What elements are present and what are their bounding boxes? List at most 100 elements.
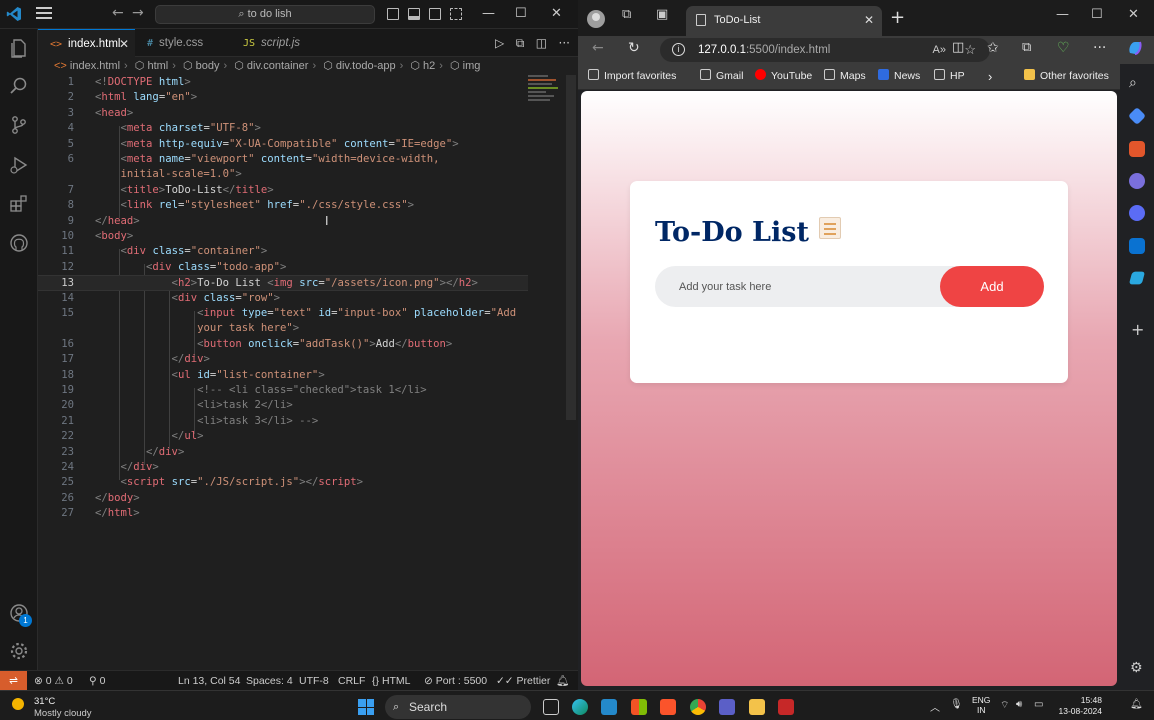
fav-youtube[interactable]: YouTube — [755, 64, 812, 89]
brave-app-icon[interactable] — [660, 699, 676, 715]
manage-gear-icon[interactable] — [9, 641, 29, 661]
problems-indicator[interactable]: ⊗ 0 ⚠ 0 — [34, 671, 73, 691]
customize-layout-icon[interactable] — [450, 8, 462, 20]
forward-arrow-icon[interactable]: → — [132, 5, 144, 21]
browser-tab[interactable]: ToDo-List ✕ — [686, 6, 882, 36]
microphone-icon[interactable]: 🎙︎ — [950, 699, 963, 710]
search-icon[interactable]: ⌕ — [1129, 75, 1137, 91]
add-sidebar-app-icon[interactable]: + — [1131, 320, 1144, 339]
tab-close-icon[interactable]: ✕ — [119, 30, 129, 58]
sidebar-settings-gear-icon[interactable]: ⚙ — [1130, 660, 1143, 676]
refresh-icon[interactable]: ↻ — [628, 40, 640, 56]
notifications-bell-icon[interactable]: 🔔︎ — [556, 671, 569, 691]
tab-index-html[interactable]: <> index.html ✕ — [38, 29, 135, 57]
start-button[interactable] — [358, 699, 374, 715]
editor-scrollbar[interactable] — [566, 75, 576, 420]
favorite-star-icon[interactable]: ☆ — [964, 38, 976, 62]
games-icon[interactable] — [1129, 173, 1145, 189]
back-icon[interactable]: ← — [592, 40, 604, 56]
workspaces-icon[interactable]: ⧉ — [622, 7, 631, 22]
fav-news[interactable]: News — [878, 64, 920, 89]
github-icon[interactable] — [9, 233, 29, 253]
copilot-icon[interactable] — [1126, 39, 1144, 61]
minimap[interactable] — [528, 75, 564, 105]
run-icon[interactable]: ▷ — [495, 36, 504, 50]
encoding[interactable]: UTF-8 — [299, 671, 329, 691]
chrome-app-icon[interactable] — [690, 699, 706, 715]
command-center-search[interactable]: ⌕ to do lish — [155, 5, 375, 24]
source-control-icon[interactable] — [9, 115, 29, 135]
line-ending[interactable]: CRLF — [338, 671, 365, 691]
new-tab-icon[interactable]: + — [890, 7, 905, 28]
teams-app-icon[interactable] — [719, 699, 735, 715]
tab-style-css[interactable]: # style.css — [135, 29, 231, 57]
edge-app-icon[interactable] — [572, 699, 588, 715]
outlook-icon[interactable] — [1129, 238, 1145, 254]
split-editor-icon[interactable]: ◫ — [536, 36, 547, 50]
toggle-secondary-sidebar-icon[interactable] — [429, 8, 441, 20]
split-screen-icon[interactable]: ◫ — [952, 40, 964, 55]
settings-more-icon[interactable]: ··· — [1093, 40, 1106, 56]
battery-icon[interactable]: ▭ — [1034, 699, 1043, 710]
collections-icon[interactable]: ⧉ — [1022, 40, 1031, 55]
show-hidden-icons-chevron-icon[interactable]: ︿ — [930, 699, 940, 714]
tab-script-js[interactable]: JS script.js — [231, 29, 327, 57]
minimize-icon[interactable]: — — [1056, 7, 1069, 22]
toggle-panel-icon[interactable] — [408, 8, 420, 20]
add-task-button[interactable]: Add — [940, 266, 1044, 307]
microsoft-365-icon[interactable] — [1129, 205, 1145, 221]
extensions-icon[interactable] — [9, 193, 29, 213]
live-server-port[interactable]: ⊘ Port : 5500 — [424, 671, 487, 691]
browser-essentials-icon[interactable]: ♡ — [1057, 40, 1070, 56]
explorer-icon[interactable] — [9, 38, 29, 58]
read-aloud-icon[interactable]: A» — [933, 38, 946, 62]
microsoft-store-icon[interactable] — [631, 699, 647, 715]
toggle-sidebar-icon[interactable] — [387, 8, 399, 20]
fav-import-favorites[interactable]: Import favorites — [588, 64, 676, 89]
remote-icon[interactable]: ⇌ — [0, 671, 27, 691]
send-icon[interactable] — [1128, 271, 1146, 285]
back-arrow-icon[interactable]: ← — [112, 5, 124, 21]
ports-indicator[interactable]: ⚲ 0 — [89, 671, 105, 691]
maximize-icon[interactable]: ☐ — [1091, 7, 1103, 22]
more-favorites-chevron-icon[interactable]: › — [988, 64, 992, 89]
profile-avatar[interactable] — [587, 10, 605, 28]
fav-other-favorites[interactable]: Other favorites — [1024, 64, 1109, 89]
indentation[interactable]: Spaces: 4 — [246, 671, 293, 691]
prettier-status[interactable]: ✓✓ Prettier — [496, 671, 550, 691]
wifi-icon[interactable]: ⌔ — [1000, 699, 1009, 712]
task-input[interactable] — [655, 266, 940, 307]
run-debug-icon[interactable] — [9, 155, 29, 175]
maximize-icon[interactable]: ☐ — [515, 6, 527, 21]
favorites-icon[interactable]: ✩ — [987, 40, 999, 56]
site-info-icon[interactable]: i — [672, 43, 685, 56]
search-icon[interactable] — [9, 76, 29, 96]
snipping-tool-icon[interactable] — [778, 699, 794, 715]
shopping-tag-icon[interactable] — [1127, 106, 1147, 126]
address-bar[interactable]: i 127.0.0.1:5500/index.html A» ☆ — [660, 38, 990, 62]
taskbar-search[interactable]: ⌕ Search — [385, 695, 531, 719]
task-view-icon[interactable] — [543, 699, 559, 715]
fav-hp[interactable]: HP — [934, 64, 965, 89]
fav-maps[interactable]: Maps — [824, 64, 866, 89]
notifications-icon[interactable]: 🔔︎ — [1130, 699, 1143, 710]
fav-gmail[interactable]: Gmail — [700, 64, 743, 89]
language-indicator[interactable]: ENG IN — [972, 695, 990, 715]
menu-icon[interactable] — [36, 7, 52, 21]
weather-widget[interactable]: 31°C Mostly cloudy — [8, 694, 108, 719]
tab-actions-icon[interactable]: ▣ — [656, 7, 668, 22]
code-editor[interactable]: 1 <!DOCTYPE html> 2 <html lang="en"> 3 <hea… — [38, 75, 578, 670]
close-tab-icon[interactable]: ✕ — [864, 6, 874, 34]
open-preview-icon[interactable]: ⧉ — [516, 36, 525, 50]
volume-icon[interactable]: 🔊︎ — [1016, 699, 1022, 710]
close-window-icon[interactable]: ✕ — [1128, 7, 1139, 22]
clock[interactable]: 15:48 13-08-2024 — [1056, 695, 1102, 717]
tools-icon[interactable] — [1129, 141, 1145, 157]
file-explorer-icon[interactable] — [749, 699, 765, 715]
close-icon[interactable]: ✕ — [551, 6, 562, 21]
language-mode[interactable]: {} HTML — [372, 671, 411, 691]
vscode-app-icon[interactable] — [601, 699, 617, 715]
cursor-position[interactable]: Ln 13, Col 54 — [178, 671, 240, 691]
minimize-icon[interactable]: — — [482, 6, 495, 21]
more-actions-icon[interactable]: ··· — [559, 36, 570, 50]
